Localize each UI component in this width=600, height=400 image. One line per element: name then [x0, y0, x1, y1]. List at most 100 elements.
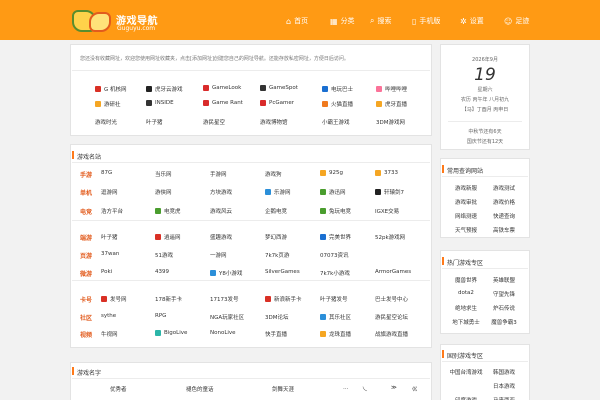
site-link[interactable]: Poki: [101, 269, 112, 275]
hot-link[interactable]: 魔兽争霸3: [486, 318, 522, 326]
site-link[interactable]: 发号网: [101, 295, 127, 303]
site-link[interactable]: 游侠网: [155, 188, 172, 196]
nav-grid[interactable]: ▦ 分类: [330, 15, 355, 27]
intl-link[interactable]: 马来西亚: [486, 396, 522, 400]
site-link[interactable]: 07073资讯: [320, 251, 349, 259]
intl-link[interactable]: 印度游戏: [448, 396, 484, 400]
favorite-link[interactable]: 3DM游戏网: [376, 118, 405, 126]
category-label[interactable]: 手游: [80, 170, 92, 179]
site-link[interactable]: 游戏狗: [265, 170, 282, 178]
common-link[interactable]: 快递查询: [486, 212, 522, 220]
hot-link[interactable]: 炉石传说: [486, 304, 522, 312]
site-link[interactable]: IGXE交易: [375, 207, 399, 215]
hot-link[interactable]: 绝地求生: [448, 304, 484, 312]
category-label[interactable]: 卡号: [80, 295, 92, 304]
category-label[interactable]: 微游: [80, 269, 92, 278]
favorite-link[interactable]: 游戏时光: [95, 118, 117, 126]
site-link[interactable]: 4399: [155, 269, 169, 275]
site-link[interactable]: 电竞虎: [155, 207, 181, 215]
common-link[interactable]: 天气预报: [448, 226, 484, 234]
site-link[interactable]: 87G: [101, 170, 112, 176]
intl-link[interactable]: 日本游戏: [486, 382, 522, 390]
favorite-link[interactable]: G 机核网: [95, 85, 127, 93]
nav-user[interactable]: ☺ 足迹: [504, 15, 529, 27]
category-label[interactable]: 端游: [80, 233, 92, 242]
favorite-link[interactable]: GameLook: [203, 85, 241, 91]
site-link[interactable]: 浩方平台: [101, 207, 123, 215]
site-link[interactable]: 其乐社区: [320, 313, 351, 321]
site-link[interactable]: sythe: [101, 313, 116, 319]
site-link[interactable]: ArmorGames: [375, 269, 411, 275]
site-link[interactable]: 游民星空论坛: [375, 313, 408, 321]
game-name[interactable]: 优秀者: [110, 385, 127, 393]
site-link[interactable]: 3DM论坛: [265, 313, 288, 321]
site-link[interactable]: RPG: [155, 313, 166, 319]
site-link[interactable]: 51游戏: [155, 251, 173, 259]
hot-link[interactable]: dota2: [448, 290, 484, 296]
common-link[interactable]: 游戏审批: [448, 198, 484, 206]
category-label[interactable]: 电竞: [80, 207, 92, 216]
favorite-link[interactable]: 游研社: [95, 100, 121, 108]
site-link[interactable]: 快手直播: [265, 330, 287, 338]
game-name[interactable]: ≫: [391, 385, 397, 391]
site-link[interactable]: 乐游网: [265, 188, 291, 196]
favorite-link[interactable]: 哔哩哔哩: [376, 85, 407, 93]
common-link[interactable]: 游戏价格: [486, 198, 522, 206]
site-link[interactable]: NGA玩家社区: [210, 313, 244, 321]
site-link[interactable]: 企鹅电竞: [265, 207, 287, 215]
favorite-link[interactable]: 叶子猪: [146, 118, 163, 126]
site-link[interactable]: 叶子猪: [101, 233, 118, 241]
site-link[interactable]: 3733: [375, 170, 398, 176]
site-link[interactable]: 新浪新手卡: [265, 295, 302, 303]
intl-link[interactable]: 韩国游戏: [486, 368, 522, 376]
favorite-link[interactable]: 游戏博物馆: [260, 118, 288, 126]
category-label[interactable]: 单机: [80, 188, 92, 197]
site-link[interactable]: 兔玩电竞: [320, 207, 351, 215]
favorite-link[interactable]: 电玩巴士: [322, 85, 353, 93]
site-link[interactable]: 17173发号: [210, 295, 239, 303]
favorite-link[interactable]: INSIDE: [146, 100, 174, 106]
favorite-link[interactable]: Game Rant: [203, 100, 243, 106]
game-name[interactable]: 巛: [412, 385, 418, 393]
intl-link[interactable]: 中国台湾游戏: [448, 368, 484, 376]
favorite-link[interactable]: 游民星空: [203, 118, 225, 126]
site-link[interactable]: 龙珠直播: [320, 330, 351, 338]
site-link[interactable]: 925g: [320, 170, 343, 176]
site-link[interactable]: 游迅网: [320, 188, 346, 196]
site-link[interactable]: 完美世界: [320, 233, 351, 241]
favorite-link[interactable]: 火猫直播: [322, 100, 353, 108]
site-link[interactable]: NonoLive: [210, 330, 236, 336]
site-link[interactable]: 当乐网: [155, 170, 172, 178]
site-link[interactable]: 盛趣游戏: [210, 233, 232, 241]
game-name[interactable]: …: [343, 385, 349, 391]
category-label[interactable]: 视频: [80, 330, 92, 339]
game-name[interactable]: 褪色的童话: [186, 385, 214, 393]
site-link[interactable]: 轩辕剑7: [375, 188, 404, 196]
site-link[interactable]: 逗游网: [101, 188, 118, 196]
common-link[interactable]: 高铁车票: [486, 226, 522, 234]
site-link[interactable]: BigoLive: [155, 330, 187, 336]
site-link[interactable]: 战旗游戏直播: [375, 330, 408, 338]
nav-phone[interactable]: ▯ 手机版: [412, 15, 440, 27]
site-link[interactable]: 梦幻西游: [265, 233, 287, 241]
site-link[interactable]: 方块游戏: [210, 188, 232, 196]
hot-link[interactable]: 地下城勇士: [448, 318, 484, 326]
site-link[interactable]: 52pk游戏网: [375, 233, 405, 241]
site-link[interactable]: 叶子猪发号: [320, 295, 348, 303]
favorite-link[interactable]: PcGamer: [260, 100, 294, 106]
site-link[interactable]: 手游网: [210, 170, 227, 178]
common-link[interactable]: 游戏测试: [486, 184, 522, 192]
site-link[interactable]: 牛视网: [101, 330, 118, 338]
site-link[interactable]: 逍遥网: [155, 233, 181, 241]
category-label[interactable]: 页游: [80, 251, 92, 260]
hot-link[interactable]: 守望先锋: [486, 290, 522, 298]
site-logo[interactable]: [72, 8, 112, 34]
site-link[interactable]: 一游网: [210, 251, 227, 259]
nav-search[interactable]: ⌕ 搜索: [370, 15, 391, 27]
site-link[interactable]: 巴士发号中心: [375, 295, 408, 303]
site-link[interactable]: 37wan: [101, 251, 119, 257]
common-link[interactable]: 游戏新服: [448, 184, 484, 192]
favorite-link[interactable]: 虎牙直播: [376, 100, 407, 108]
category-label[interactable]: 社区: [80, 313, 92, 322]
nav-gear[interactable]: ✲ 设置: [460, 15, 484, 27]
